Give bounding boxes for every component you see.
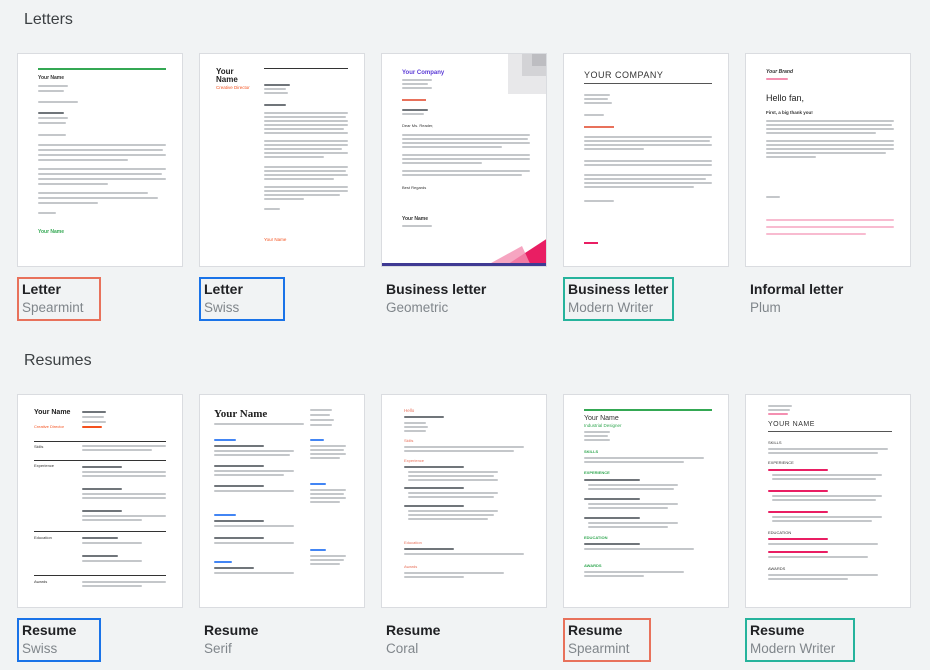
- preview-signature: Your Name: [38, 229, 65, 235]
- preview-name: Your Name: [34, 409, 71, 416]
- preview-section: AWARDS: [584, 563, 602, 568]
- template-name: Resume: [22, 622, 77, 638]
- preview-name: YOUR NAME: [768, 421, 815, 428]
- template-name: Resume: [568, 622, 623, 638]
- preview-company: YOUR COMPANY: [584, 70, 664, 80]
- template-thumbnail[interactable]: Your Name Creative Director Skills Exper…: [17, 394, 183, 608]
- preview-section: Experience: [404, 458, 425, 463]
- template-thumbnail[interactable]: Your Name Industrial Designer SKILLS EXP…: [563, 394, 729, 608]
- preview-section: Education: [34, 535, 52, 540]
- section-title-letters: Letters: [24, 11, 73, 28]
- preview-name: Your Name: [584, 415, 619, 422]
- template-style: Modern Writer: [568, 300, 654, 315]
- preview-role: Creative Director: [216, 85, 250, 90]
- template-thumbnail[interactable]: YOUR NAME SKILLS EXPERIENCE EDUCATION AW…: [745, 394, 911, 608]
- preview-section: Awards: [34, 579, 48, 584]
- template-style: Geometric: [386, 300, 449, 315]
- template-style: Swiss: [22, 641, 58, 656]
- preview-company: Your Company: [402, 70, 445, 76]
- preview-sender-name: Your Name: [38, 75, 65, 81]
- template-style: Spearmint: [22, 300, 84, 315]
- template-name: Resume: [750, 622, 805, 638]
- template-thumbnail[interactable]: Hello Skills Experience Education Awards: [381, 394, 547, 608]
- preview-name: Hello: [404, 408, 415, 413]
- preview-signoff: Best Regards: [402, 185, 427, 190]
- preview-brand: Your Brand: [766, 69, 794, 75]
- preview-section: EXPERIENCE: [768, 460, 794, 465]
- template-name: Business letter: [568, 281, 669, 297]
- template-style: Swiss: [204, 300, 240, 315]
- template-name: Resume: [204, 622, 259, 638]
- section-title-resumes: Resumes: [24, 352, 92, 369]
- template-thumbnail[interactable]: Your Name Your Name: [17, 53, 183, 267]
- preview-section: Skills: [404, 438, 414, 443]
- preview-subhead: First, a big thank you!: [766, 110, 813, 115]
- template-style: Modern Writer: [750, 641, 836, 656]
- template-name: Letter: [204, 281, 243, 297]
- template-thumbnail[interactable]: Your Name: [199, 394, 365, 608]
- preview-section: EXPERIENCE: [584, 470, 610, 475]
- template-name: Letter: [22, 281, 61, 297]
- preview-section: Education: [404, 540, 422, 545]
- preview-name: Your Name: [214, 408, 268, 420]
- preview-role: Industrial Designer: [584, 423, 622, 428]
- template-thumbnail[interactable]: Your Company Dear Ms. Reader, Best Regar…: [381, 53, 547, 267]
- preview-section: SKILLS: [768, 440, 782, 445]
- template-style: Spearmint: [568, 641, 630, 656]
- preview-role: Creative Director: [34, 424, 65, 429]
- template-name: Business letter: [386, 281, 487, 297]
- accent-line: [38, 68, 166, 70]
- template-thumbnail[interactable]: Your Brand Hello fan, First, a big thank…: [745, 53, 911, 267]
- preview-section: Experience: [34, 463, 55, 468]
- preview-section: SKILLS: [584, 449, 599, 454]
- preview-name: Your Name: [216, 67, 238, 85]
- preview-section: AWARDS: [768, 566, 786, 571]
- template-style: Serif: [204, 641, 232, 656]
- preview-greeting: Dear Ms. Reader,: [402, 123, 434, 128]
- preview-section: EDUCATION: [768, 530, 792, 535]
- preview-section: Awards: [404, 564, 418, 569]
- template-style: Plum: [750, 300, 781, 315]
- template-name: Informal letter: [750, 281, 844, 297]
- geometric-footer: [382, 239, 546, 266]
- preview-section: EDUCATION: [584, 535, 608, 540]
- preview-footer: Your Name: [264, 237, 287, 242]
- preview-section: Skills: [34, 444, 44, 449]
- template-style: Coral: [386, 641, 419, 656]
- template-name: Resume: [386, 622, 441, 638]
- template-thumbnail[interactable]: YOUR COMPANY: [563, 53, 729, 267]
- preview-name: Your Name: [402, 216, 429, 222]
- preview-greeting: Hello fan,: [766, 93, 805, 103]
- template-thumbnail[interactable]: Your Name Creative Director Your Name: [199, 53, 365, 267]
